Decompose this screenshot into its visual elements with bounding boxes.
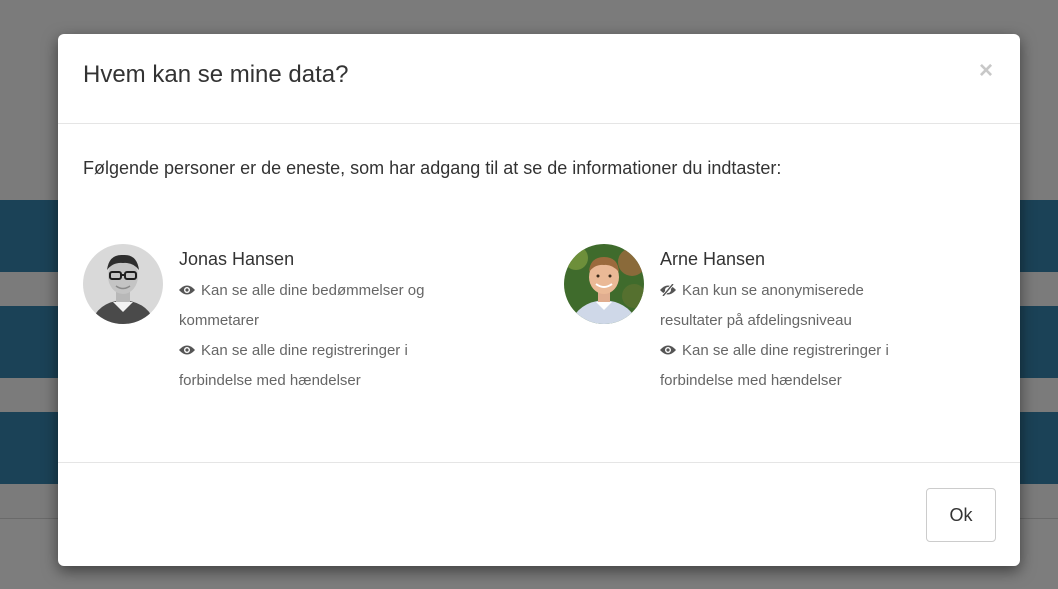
permission-text-continued: forbindelse med hændelser xyxy=(660,372,842,389)
person-name: Arne Hansen xyxy=(660,249,766,269)
permission-text: Kan se alle dine registreringer i xyxy=(201,342,408,359)
modal-body: Følgende personer er de eneste, som har … xyxy=(58,124,1020,462)
avatar xyxy=(83,244,163,324)
modal-header: Hvem kan se mine data? × xyxy=(58,34,1020,124)
permission-item: Kan kun se anonymiserede xyxy=(660,276,990,306)
modal-title: Hvem kan se mine data? xyxy=(83,61,349,88)
close-button[interactable]: × xyxy=(976,56,996,86)
privacy-modal: Hvem kan se mine data? × Følgende person… xyxy=(58,34,1020,566)
eye-icon xyxy=(179,277,197,295)
permission-text-continued: forbindelse med hændelser xyxy=(179,372,361,389)
permission-item: Kan se alle dine registreringer i xyxy=(179,336,509,366)
permission-text: Kan se alle dine bedømmelser og xyxy=(201,282,425,299)
ok-button[interactable]: Ok xyxy=(926,488,996,542)
permission-text-continued: kommetarer xyxy=(179,312,260,329)
eye-icon xyxy=(660,337,678,355)
person-info: Arne Hansen Kan kun se anonymiserede res… xyxy=(660,248,990,396)
permission-text: Kan kun se anonymiserede xyxy=(682,282,864,299)
modal-footer: Ok xyxy=(58,462,1020,567)
permission-item: Kan se alle dine bedømmelser og xyxy=(179,276,509,306)
avatar xyxy=(564,244,644,324)
permission-text: Kan se alle dine registreringer i xyxy=(682,342,889,359)
eye-slash-icon xyxy=(660,277,678,297)
permission-item: Kan se alle dine registreringer i xyxy=(660,336,990,366)
person-info: Jonas Hansen Kan se alle dine bedømmelse… xyxy=(179,248,509,396)
person-name: Jonas Hansen xyxy=(179,249,295,269)
eye-icon xyxy=(179,337,197,355)
intro-text: Følgende personer er de eneste, som har … xyxy=(83,158,782,178)
permission-text-continued: resultater på afdelingsniveau xyxy=(660,312,852,329)
